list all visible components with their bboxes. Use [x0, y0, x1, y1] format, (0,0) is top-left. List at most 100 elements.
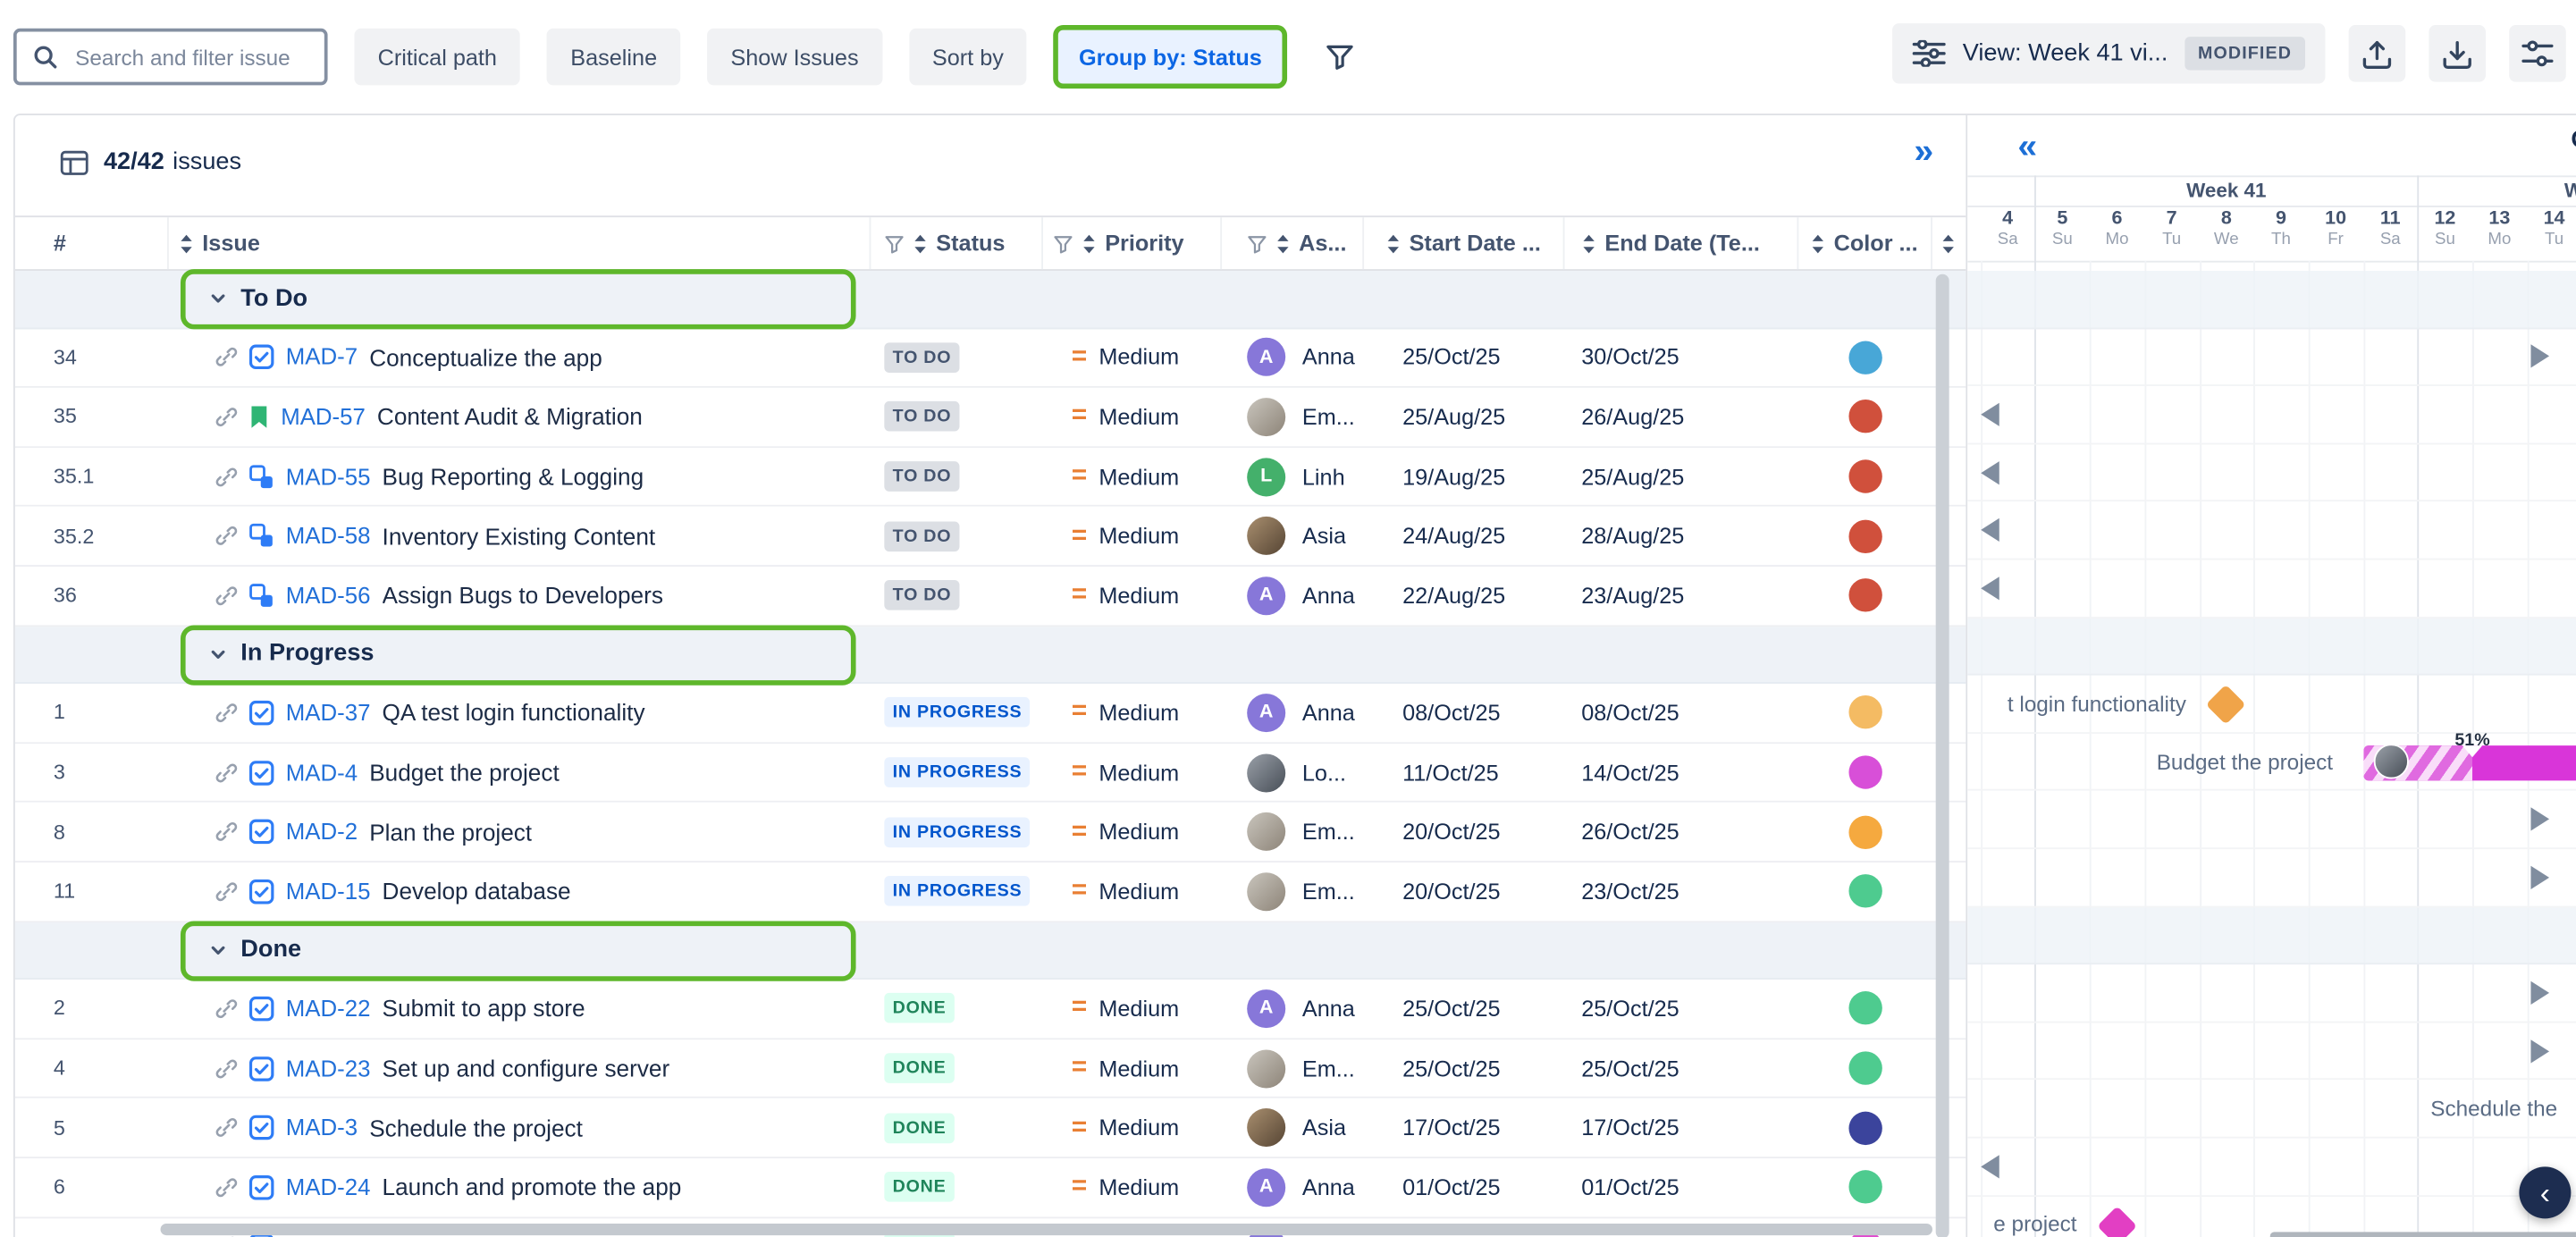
end-date[interactable]: 01/Oct/25	[1581, 1174, 1679, 1199]
status-badge[interactable]: DONE	[884, 1113, 954, 1143]
assignee-avatar[interactable]	[1247, 812, 1285, 851]
column-header[interactable]: End Date (Te...	[1565, 217, 1799, 269]
expand-table-icon[interactable]: »	[1914, 134, 1930, 169]
priority-label[interactable]: Medium	[1099, 405, 1179, 430]
gantt-row[interactable]	[1967, 849, 2576, 907]
chevron-down-icon[interactable]	[209, 290, 228, 308]
status-badge[interactable]: TO DO	[884, 580, 959, 610]
issue-key-link[interactable]: MAD-24	[286, 1174, 371, 1199]
group-row[interactable]: Done	[15, 921, 1966, 980]
assignee-avatar[interactable]	[1247, 753, 1285, 792]
column-header[interactable]	[1932, 217, 1966, 269]
status-badge[interactable]: IN PROGRESS	[884, 698, 1030, 728]
group-by-status-button[interactable]: Group by: Status	[1054, 25, 1287, 88]
issue-summary[interactable]: Submit to app store	[383, 996, 585, 1022]
gantt-row[interactable]: Budget the project51%	[1967, 734, 2576, 792]
group-row[interactable]: In Progress	[15, 627, 1966, 685]
color-dot[interactable]	[1848, 459, 1881, 492]
issue-summary[interactable]: Set up and configure server	[383, 1055, 670, 1081]
column-header[interactable]: Status	[871, 217, 1043, 269]
status-badge[interactable]: DONE	[884, 1053, 954, 1083]
issue-row[interactable]: 35.2MAD-58Inventory Existing ContentTO D…	[15, 507, 1966, 567]
color-dot[interactable]	[1848, 579, 1881, 612]
color-dot[interactable]	[1848, 400, 1881, 433]
priority-label[interactable]: Medium	[1099, 996, 1179, 1021]
issue-summary[interactable]: Conceptualize the app	[369, 344, 602, 371]
issue-key-link[interactable]: MAD-23	[286, 1056, 371, 1081]
color-dot[interactable]	[1848, 696, 1881, 729]
critical-path-button[interactable]: Critical path	[354, 29, 520, 86]
gantt-row[interactable]	[1967, 502, 2576, 560]
filter-icon[interactable]	[1247, 233, 1267, 253]
status-badge[interactable]: DONE	[884, 1172, 954, 1202]
color-dot[interactable]	[1848, 1051, 1881, 1084]
start-date[interactable]: 25/Oct/25	[1402, 1056, 1500, 1081]
assignee-avatar[interactable]: A	[1247, 339, 1285, 377]
issue-key-link[interactable]: MAD-56	[286, 583, 371, 608]
priority-label[interactable]: Medium	[1099, 879, 1179, 904]
color-dot[interactable]	[1848, 1171, 1881, 1204]
start-date[interactable]: 20/Oct/25	[1402, 820, 1500, 845]
link-icon[interactable]	[215, 526, 237, 547]
collapse-gantt-icon[interactable]: «	[2017, 129, 2033, 164]
issue-key-link[interactable]: MAD-57	[281, 405, 366, 430]
assignee-avatar[interactable]: A	[1247, 989, 1285, 1028]
end-date[interactable]: 30/Oct/25	[1581, 345, 1679, 370]
priority-label[interactable]: Medium	[1099, 1174, 1179, 1199]
end-date[interactable]: 23/Oct/25	[1581, 879, 1679, 904]
offscreen-right-indicator[interactable]	[2530, 865, 2549, 888]
issue-summary[interactable]: Bug Reporting & Logging	[383, 463, 644, 490]
end-date[interactable]: 23/Aug/25	[1581, 583, 1684, 608]
issue-summary[interactable]: Assign Bugs to Developers	[383, 582, 663, 609]
sort-icon[interactable]	[1082, 233, 1097, 253]
color-dot[interactable]	[1848, 755, 1881, 788]
link-icon[interactable]	[215, 1116, 237, 1138]
sort-icon[interactable]	[1581, 233, 1596, 253]
assignee-avatar[interactable]	[1247, 1108, 1285, 1147]
assignee-avatar[interactable]: A	[1247, 694, 1285, 732]
issue-row[interactable]: 2MAD-22Submit to app storeDONE=MediumAAn…	[15, 980, 1966, 1039]
assignee-avatar[interactable]: A	[1247, 1168, 1285, 1207]
column-header[interactable]: Start Date ...	[1364, 217, 1564, 269]
color-dot[interactable]	[1848, 1111, 1881, 1144]
end-date[interactable]: 25/Oct/25	[1581, 996, 1679, 1021]
start-date[interactable]: 20/Oct/25	[1402, 879, 1500, 904]
priority-label[interactable]: Medium	[1099, 524, 1179, 549]
issue-key-link[interactable]: MAD-2	[286, 820, 358, 845]
start-date[interactable]: 08/Oct/25	[1402, 701, 1500, 726]
color-dot[interactable]	[1848, 815, 1881, 848]
link-icon[interactable]	[215, 1057, 237, 1079]
gantt-row[interactable]	[1967, 444, 2576, 502]
gantt-row[interactable]: e project	[1967, 1196, 2576, 1237]
gantt-row[interactable]	[1967, 1138, 2576, 1196]
link-icon[interactable]	[215, 997, 237, 1019]
link-icon[interactable]	[215, 585, 237, 606]
status-badge[interactable]: IN PROGRESS	[884, 757, 1030, 787]
column-header[interactable]: Color ...	[1798, 217, 1932, 269]
end-date[interactable]: 25/Oct/25	[1581, 1056, 1679, 1081]
collapse-fab-button[interactable]: ‹	[2519, 1166, 2571, 1218]
milestone-diamond[interactable]	[2206, 685, 2246, 725]
link-icon[interactable]	[215, 880, 237, 902]
gantt-row[interactable]	[1967, 791, 2576, 849]
gantt-row[interactable]	[1967, 1022, 2576, 1081]
bar-avatar[interactable]	[2373, 745, 2408, 779]
priority-label[interactable]: Medium	[1099, 1115, 1179, 1140]
offscreen-right-indicator[interactable]	[2530, 345, 2549, 368]
status-badge[interactable]: DONE	[884, 994, 954, 1024]
sort-icon[interactable]	[1385, 233, 1401, 253]
sort-icon[interactable]	[1940, 233, 1956, 253]
filter-icon[interactable]	[1053, 233, 1073, 253]
link-icon[interactable]	[215, 1176, 237, 1198]
filter-button[interactable]	[1314, 30, 1368, 84]
start-date[interactable]: 01/Oct/25	[1402, 1174, 1500, 1199]
issue-row[interactable]: 35MAD-57Content Audit & MigrationTO DO=M…	[15, 388, 1966, 448]
status-badge[interactable]: TO DO	[884, 461, 959, 492]
milestone-diamond[interactable]	[2097, 1205, 2137, 1237]
start-date[interactable]: 11/Oct/25	[1402, 760, 1499, 785]
vertical-scrollbar[interactable]	[1936, 274, 1949, 1237]
offscreen-left-indicator[interactable]	[1981, 576, 1999, 600]
assignee-avatar[interactable]	[1247, 398, 1285, 436]
column-header[interactable]: As...	[1222, 217, 1364, 269]
issue-summary[interactable]: Schedule the project	[369, 1115, 583, 1141]
